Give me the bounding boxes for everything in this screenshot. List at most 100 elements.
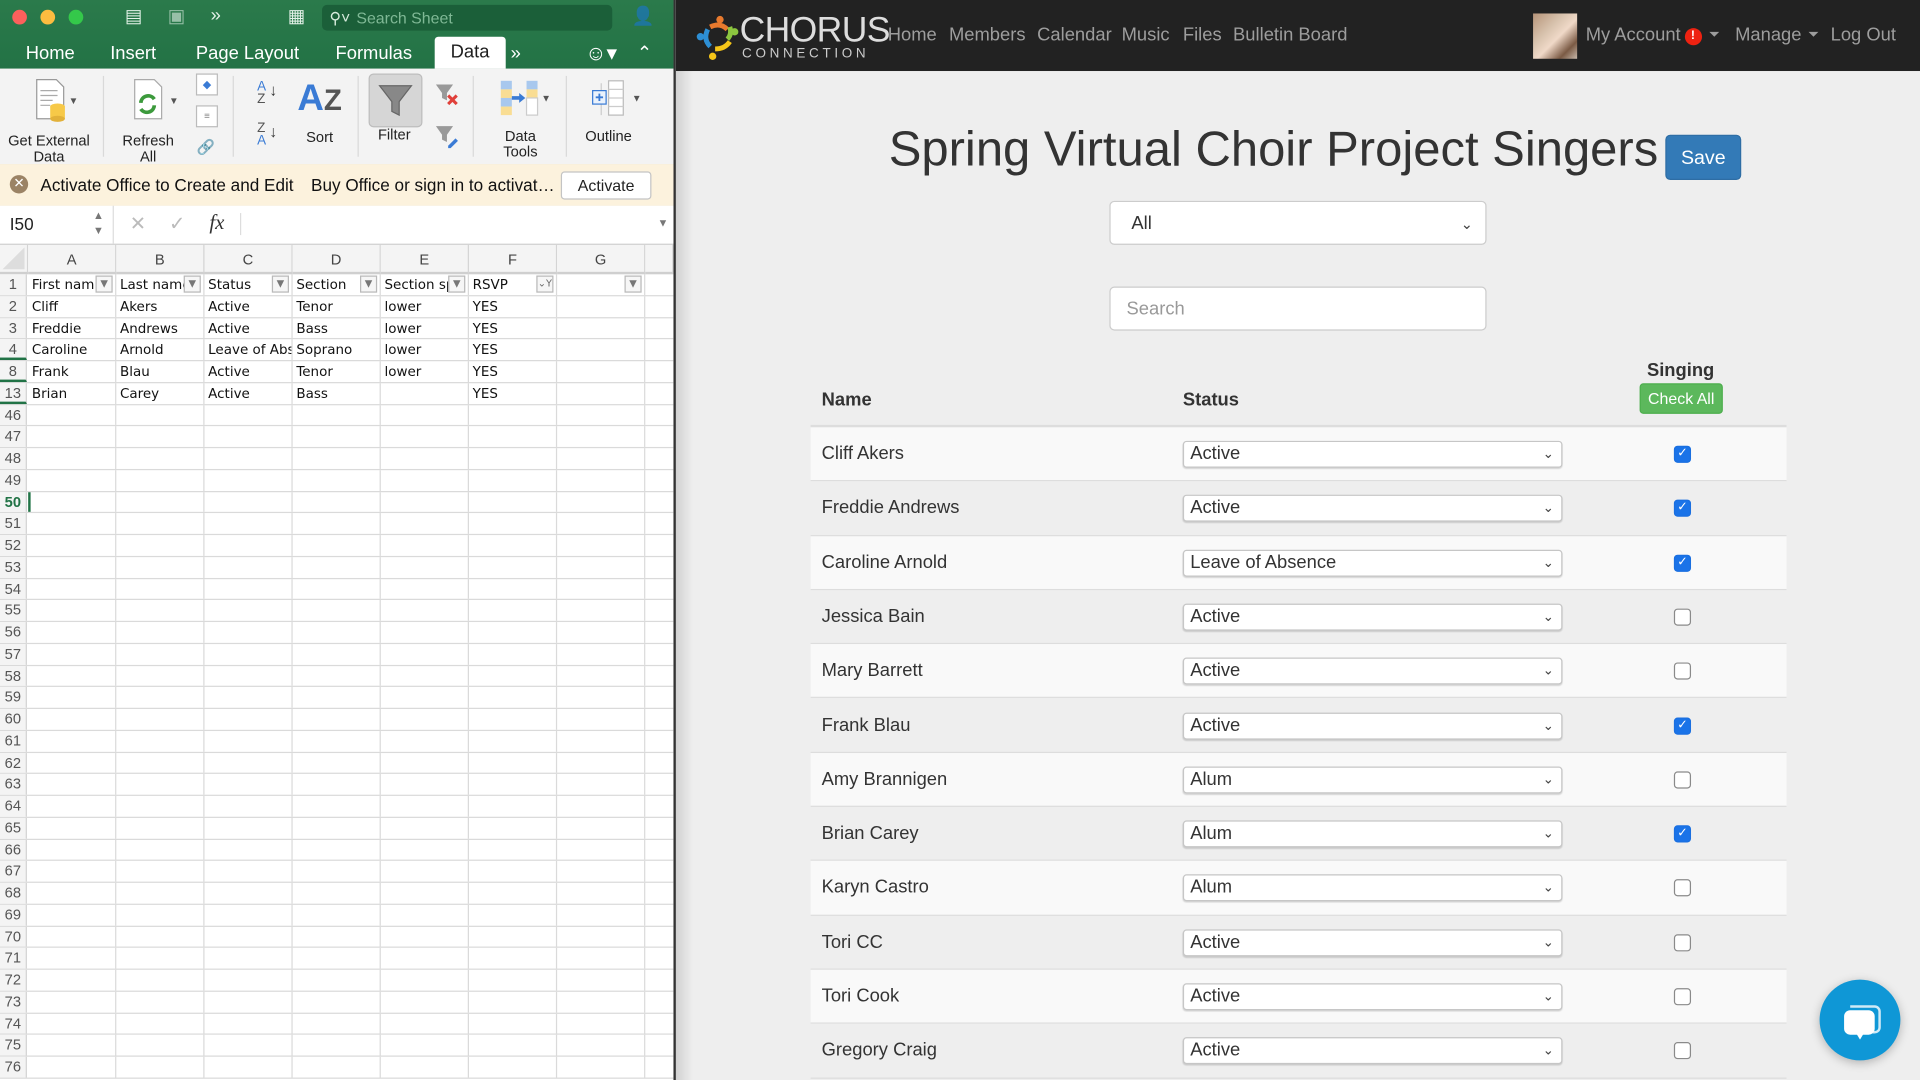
filter-active-dropdown-icon[interactable]: ⌄Y — [536, 275, 554, 293]
row-number[interactable]: 75 — [0, 1035, 27, 1056]
cell[interactable] — [293, 622, 381, 643]
outline-button[interactable]: ▼ Outline — [576, 78, 642, 144]
status-select[interactable]: Active ⌄ — [1182, 495, 1563, 522]
filter-dropdown-icon[interactable]: ▼ — [360, 275, 378, 293]
cell[interactable] — [469, 491, 558, 513]
cell[interactable] — [381, 448, 469, 469]
cell[interactable] — [293, 752, 381, 773]
cell[interactable] — [557, 513, 646, 534]
cell[interactable]: Active — [204, 361, 293, 382]
status-select[interactable]: Leave of Absence ⌄ — [1182, 549, 1563, 577]
enter-formula-icon[interactable]: ✓ — [169, 212, 185, 236]
cell[interactable] — [293, 948, 381, 969]
cell[interactable] — [116, 730, 205, 752]
cell[interactable] — [204, 752, 293, 773]
filter-dropdown-icon[interactable]: ▼ — [95, 275, 113, 293]
chorus-connection-logo[interactable]: CHORUS CONNECTION — [693, 12, 890, 61]
nav-bulletin-board[interactable]: Bulletin Board — [1233, 24, 1347, 45]
cell[interactable] — [469, 1035, 558, 1056]
cell[interactable] — [204, 622, 293, 643]
cell[interactable] — [381, 882, 469, 904]
cell[interactable]: Blau — [116, 361, 205, 382]
row-number[interactable]: 56 — [0, 622, 27, 643]
column-header-d[interactable]: D — [292, 244, 381, 275]
cell[interactable] — [293, 926, 381, 947]
cell[interactable] — [204, 665, 293, 687]
status-select[interactable]: Active ⌄ — [1182, 440, 1563, 468]
singing-checkbox[interactable] — [1673, 879, 1692, 897]
row-number[interactable]: 49 — [0, 469, 27, 491]
cell[interactable] — [293, 817, 381, 839]
cell[interactable] — [28, 948, 117, 969]
cell[interactable] — [469, 556, 558, 578]
cell[interactable] — [28, 991, 117, 1013]
cell[interactable] — [469, 948, 558, 969]
cell[interactable]: lower — [381, 296, 469, 317]
cell[interactable] — [469, 861, 558, 882]
cell[interactable] — [557, 296, 646, 317]
collapse-ribbon-icon[interactable]: ⌃ — [637, 39, 652, 68]
cell[interactable] — [293, 991, 381, 1013]
cell[interactable] — [381, 600, 469, 621]
cell[interactable] — [204, 404, 293, 426]
singing-checkbox[interactable]: ✓ — [1673, 499, 1692, 518]
column-header-f[interactable]: F — [468, 244, 558, 275]
tab-formulas[interactable]: Formulas — [336, 39, 413, 68]
chat-support-button[interactable] — [1819, 979, 1901, 1061]
singing-checkbox[interactable]: ✓ — [1673, 716, 1692, 735]
cell[interactable] — [28, 469, 117, 491]
row-number[interactable]: 69 — [0, 904, 27, 926]
cell[interactable]: Akers — [116, 296, 205, 317]
column-header-g[interactable]: G — [557, 244, 646, 275]
cell[interactable] — [28, 556, 117, 578]
row-number[interactable]: 13 — [0, 382, 27, 404]
cell[interactable] — [28, 708, 117, 730]
cell[interactable] — [204, 600, 293, 621]
status-select[interactable]: Active ⌄ — [1182, 603, 1563, 631]
nav-members[interactable]: Members — [949, 24, 1026, 45]
row-number[interactable]: 1 — [0, 274, 27, 295]
cell[interactable] — [469, 643, 558, 665]
row-number[interactable]: 50 — [0, 491, 27, 513]
cell[interactable] — [469, 622, 558, 643]
cell[interactable] — [204, 578, 293, 600]
cell[interactable] — [469, 665, 558, 687]
cell[interactable] — [116, 643, 205, 665]
row-number[interactable]: 59 — [0, 687, 27, 708]
row-number[interactable]: 51 — [0, 513, 27, 534]
cell[interactable] — [28, 491, 117, 513]
cell[interactable] — [381, 535, 469, 556]
cell[interactable] — [557, 643, 646, 665]
cell[interactable] — [381, 969, 469, 991]
singing-checkbox[interactable] — [1673, 988, 1692, 1006]
activate-button[interactable]: Activate — [560, 171, 652, 200]
cell[interactable] — [116, 861, 205, 882]
cell[interactable] — [557, 730, 646, 752]
expand-formula-bar-icon[interactable]: ▼ — [658, 217, 669, 229]
cell[interactable] — [28, 643, 117, 665]
row-number[interactable]: 55 — [0, 600, 27, 621]
cell[interactable] — [557, 991, 646, 1013]
cell[interactable] — [204, 708, 293, 730]
cell[interactable] — [28, 730, 117, 752]
singing-checkbox[interactable] — [1673, 608, 1692, 626]
sort-button[interactable]: AZ Sort — [294, 76, 345, 146]
cell[interactable] — [204, 556, 293, 578]
cell[interactable] — [116, 513, 205, 534]
cell[interactable] — [204, 1056, 293, 1078]
cell[interactable] — [28, 426, 117, 447]
cell[interactable] — [381, 730, 469, 752]
cell[interactable]: YES — [469, 382, 558, 404]
cell[interactable] — [116, 774, 205, 795]
cell[interactable] — [28, 774, 117, 795]
cell[interactable] — [116, 1013, 205, 1034]
cell[interactable]: lower — [381, 317, 469, 339]
column-header-b[interactable]: B — [116, 244, 205, 275]
cell[interactable] — [557, 469, 646, 491]
cell[interactable]: Andrews — [116, 317, 205, 339]
cell[interactable] — [381, 948, 469, 969]
cell[interactable] — [293, 448, 381, 469]
row-number[interactable]: 63 — [0, 774, 27, 795]
cell[interactable] — [381, 904, 469, 926]
singing-checkbox[interactable] — [1673, 662, 1692, 680]
